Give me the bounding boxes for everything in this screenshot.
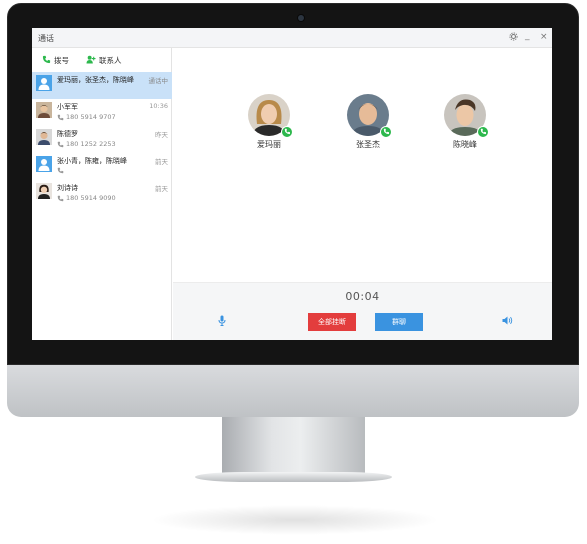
call-list-item[interactable]: 陈德罗 180 1252 2253 昨天 — [32, 126, 172, 153]
call-list-item[interactable]: 小军军 180 5914 9707 10:36 — [32, 99, 172, 126]
call-phone: 180 1252 2253 — [66, 140, 116, 148]
call-controls: 00:04 全部挂断 群聊 — [173, 282, 552, 340]
call-timer: 00:04 — [345, 290, 380, 303]
call-time: 前天 — [155, 158, 168, 166]
phone-icon — [57, 167, 64, 174]
participant-name: 爱玛丽 — [257, 140, 281, 149]
call-list: 爱玛丽，张圣杰，陈晓峰 通话中 小军军 180 5914 9707 10:36 — [32, 72, 172, 207]
participant[interactable]: 爱玛丽 — [229, 94, 309, 150]
call-list-item[interactable]: 刘诗诗 180 5914 9090 前天 — [32, 180, 172, 207]
title-bar: 通话 _ × — [32, 28, 552, 48]
call-phone: 180 5914 9707 — [66, 113, 116, 121]
tab-contacts[interactable]: 联系人 — [86, 55, 122, 66]
call-phone: 180 5914 9090 — [66, 194, 116, 202]
call-phone-row: 180 5914 9707 — [57, 113, 116, 121]
speaker-icon[interactable] — [502, 316, 513, 327]
call-panel: 爱玛丽 张圣杰 陈晓峰 00:04 全部挂断 群聊 — [173, 48, 552, 340]
call-name: 张小青，陈雍，陈晓峰 — [57, 157, 127, 165]
phone-icon — [477, 126, 489, 138]
call-name: 陈德罗 — [57, 130, 78, 138]
participant-photo — [347, 94, 392, 138]
tab-contacts-label: 联系人 — [99, 56, 122, 65]
call-time: 10:36 — [149, 102, 168, 110]
phone-icon — [380, 126, 392, 138]
monitor-stand — [222, 417, 365, 475]
monitor-shadow — [150, 505, 440, 535]
call-list-item[interactable]: 爱玛丽，张圣杰，陈晓峰 通话中 — [32, 72, 172, 99]
call-status: 通话中 — [148, 77, 169, 85]
contact-photo — [36, 102, 52, 118]
settings-icon[interactable] — [509, 32, 518, 44]
participant[interactable]: 陈晓峰 — [425, 94, 505, 150]
microphone-icon[interactable] — [218, 315, 226, 328]
camera-icon — [298, 15, 304, 21]
contact-photo — [36, 129, 52, 145]
minimize-icon[interactable]: _ — [525, 31, 530, 41]
phone-icon — [57, 195, 64, 201]
add-contact-icon — [86, 55, 96, 66]
participant[interactable]: 张圣杰 — [328, 94, 408, 150]
phone-icon — [281, 126, 293, 138]
tab-dial[interactable]: 拨号 — [42, 55, 69, 66]
sidebar-tabs: 拨号 联系人 — [32, 48, 172, 72]
participant-photo — [444, 94, 489, 138]
monitor-chin — [7, 365, 579, 417]
call-time: 昨天 — [155, 131, 168, 139]
phone-icon — [57, 141, 64, 147]
participant-name: 陈晓峰 — [453, 140, 477, 149]
contact-photo — [36, 183, 52, 199]
monitor-base — [195, 472, 392, 482]
call-phone-row — [57, 167, 64, 174]
window-title: 通话 — [38, 34, 54, 43]
call-time: 前天 — [155, 185, 168, 193]
call-phone-row: 180 1252 2253 — [57, 140, 116, 148]
close-icon[interactable]: × — [540, 32, 548, 42]
tab-dial-label: 拨号 — [54, 56, 69, 65]
phone-icon — [57, 114, 64, 120]
hangup-all-button[interactable]: 全部挂断 — [308, 313, 356, 331]
sidebar: 拨号 联系人 爱玛丽，张圣杰，陈晓峰 通话中 小军军 180 5914 9707… — [32, 48, 172, 340]
call-name: 小军军 — [57, 103, 78, 111]
group-chat-button[interactable]: 群聊 — [375, 313, 423, 331]
group-avatar — [36, 156, 52, 172]
phone-icon — [42, 55, 51, 66]
group-avatar — [36, 75, 52, 91]
call-list-item[interactable]: 张小青，陈雍，陈晓峰 前天 — [32, 153, 172, 180]
participant-name: 张圣杰 — [356, 140, 380, 149]
call-name: 刘诗诗 — [57, 184, 78, 192]
call-name: 爱玛丽，张圣杰，陈晓峰 — [57, 76, 134, 84]
participant-photo — [248, 94, 293, 138]
app-window: 通话 _ × 拨号 联系人 爱玛丽，张圣杰，陈晓峰 通话中 小军军 180 59… — [32, 28, 552, 340]
call-phone-row: 180 5914 9090 — [57, 194, 116, 202]
